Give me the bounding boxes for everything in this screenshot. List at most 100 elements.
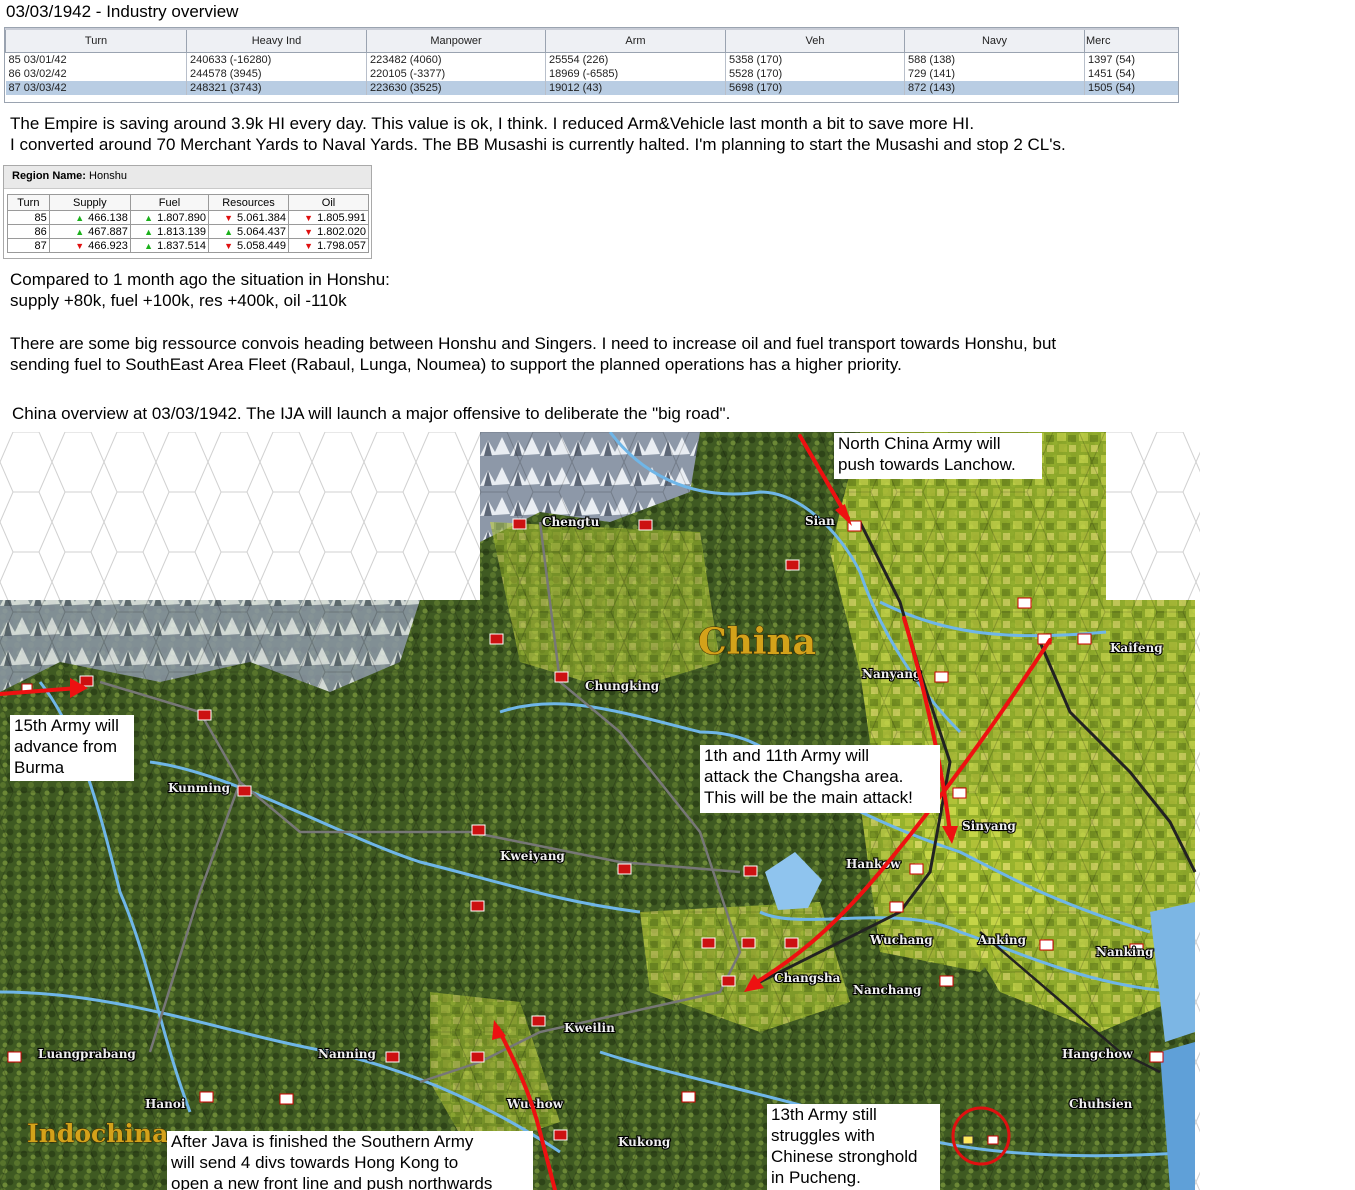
paragraph-line: supply +80k, fuel +100k, res +400k, oil … [10, 291, 347, 310]
paragraph-china: China overview at 03/03/1942. The IJA wi… [12, 404, 731, 423]
column-header-heavy-ind[interactable]: Heavy Ind [186, 28, 367, 53]
paragraph-industry: The Empire is saving around 3.9k HI ever… [10, 113, 1066, 155]
industry-table: Turn Heavy Ind Manpower Arm Veh Navy Mer… [4, 27, 1179, 103]
city-label: Anking [977, 933, 1027, 947]
column-header-navy[interactable]: Navy [904, 28, 1085, 53]
table-cell: 729 (141) [904, 67, 1085, 81]
table-cell: 25554 (226) [545, 52, 726, 67]
table-cell: 1.837.514 [129, 238, 210, 253]
callout-line: North China Army will [838, 434, 1001, 453]
table-cell: 5528 (170) [725, 67, 905, 81]
table-cell: 248321 (3743) [186, 81, 367, 95]
city-label: Sinyang [962, 819, 1016, 833]
city-label: Kweiyang [500, 849, 565, 863]
table-cell: 87 03/03/42 [5, 81, 187, 95]
table-cell: 588 (138) [904, 52, 1085, 67]
callout-line: advance from [14, 737, 117, 756]
callout-line: Burma [14, 758, 65, 777]
city-label: Chengtu [542, 515, 600, 529]
table-cell: 240633 (-16280) [186, 52, 367, 67]
callout-line: 13th Army still [771, 1105, 877, 1124]
callout-line: 15th Army will [14, 716, 119, 735]
table-cell: 1397 (54) [1084, 52, 1178, 67]
city-label: Kukong [618, 1135, 671, 1149]
region-label-china: China [698, 621, 816, 663]
callout-line: 1th and 11th Army will [704, 746, 870, 765]
region-table: Turn Supply Fuel Resources Oil 85466.138… [7, 194, 370, 253]
region-label-indochina: Indochina [27, 1119, 168, 1148]
city-label: Luangprabang [38, 1047, 136, 1061]
table-cell: 5.058.449 [208, 238, 289, 253]
city-label: Chuhsien [1069, 1097, 1133, 1111]
city-label: Nanking [1096, 945, 1154, 959]
table-cell: 1505 (54) [1084, 81, 1178, 95]
callout-north-china-army: North China Army will push towards Lanch… [834, 433, 1042, 479]
callout-line: Chinese stronghold [771, 1147, 918, 1166]
callout-line: struggles with [771, 1126, 875, 1145]
paragraph-line: sending fuel to SouthEast Area Fleet (Ra… [10, 355, 902, 374]
table-cell: 87 [7, 238, 50, 253]
table-row-selected[interactable]: 87 03/03/42 248321 (3743) 223630 (3525) … [5, 81, 1178, 95]
region-panel: Region Name: Honshu Turn Supply Fuel Res… [3, 165, 372, 259]
table-cell: 86 03/02/42 [5, 67, 187, 81]
table-cell: 19012 (43) [545, 81, 726, 95]
column-header-supply[interactable]: Supply [48, 194, 131, 211]
table-cell: 86 [7, 224, 50, 239]
callout-line: After Java is finished the Southern Army [171, 1132, 474, 1151]
table-cell: 466.138 [48, 210, 131, 225]
column-header-merc[interactable]: Merc [1084, 28, 1178, 53]
table-cell: 5698 (170) [725, 81, 905, 95]
city-label: Wuchang [869, 933, 933, 947]
city-label: Hangchow [1062, 1047, 1133, 1061]
column-header-manpower[interactable]: Manpower [366, 28, 546, 53]
table-cell: 18969 (-6585) [545, 67, 726, 81]
table-row[interactable]: 85466.1381.807.8905.061.3841.805.991 [7, 210, 370, 225]
city-label: Kaifeng [1110, 641, 1163, 655]
terrain [0, 432, 1200, 1190]
table-cell: 1451 (54) [1084, 67, 1178, 81]
column-header-oil[interactable]: Oil [287, 194, 370, 211]
table-cell: 85 [7, 210, 50, 225]
callout-line: push towards Lanchow. [838, 455, 1016, 474]
table-cell: 1.798.057 [287, 238, 370, 253]
city-label: Nanyang [862, 667, 922, 681]
table-row[interactable]: 86 03/02/42 244578 (3945) 220105 (-3377)… [5, 67, 1178, 81]
column-header-resources[interactable]: Resources [208, 194, 289, 211]
paragraph-honshu: Compared to 1 month ago the situation in… [10, 269, 390, 311]
table-cell: 1.807.890 [129, 210, 210, 225]
callout-changsha-attack: 1th and 11th Army will attack the Changs… [700, 745, 940, 813]
paragraph-line: Compared to 1 month ago the situation in… [10, 270, 390, 289]
city-label: Kweilin [564, 1021, 615, 1035]
callout-line: open a new front line and push northward… [171, 1174, 493, 1190]
page-title: 03/03/1942 - Industry overview [6, 2, 239, 21]
callout-line: in Pucheng. [771, 1168, 861, 1187]
city-label: Sian [805, 514, 835, 528]
table-cell: 223482 (4060) [366, 52, 546, 67]
column-header-arm[interactable]: Arm [545, 28, 726, 53]
city-label: Hanoi [145, 1097, 186, 1111]
china-map[interactable]: China Indochina Chengtu Sian Chungking N… [0, 432, 1200, 1190]
paragraph-convois: There are some big ressource convois hea… [10, 333, 1056, 375]
city-label: Kunming [168, 781, 231, 795]
table-cell: 85 03/01/42 [5, 52, 187, 67]
table-row[interactable]: 86467.8871.813.1395.064.4371.802.020 [7, 224, 370, 239]
table-row[interactable]: 85 03/01/42 240633 (-16280) 223482 (4060… [5, 52, 1178, 67]
column-header-fuel[interactable]: Fuel [129, 194, 210, 211]
city-label: Nanning [318, 1047, 376, 1061]
paragraph-line: I converted around 70 Merchant Yards to … [10, 135, 1066, 154]
callout-line: This will be the main attack! [704, 788, 913, 807]
city-label: Changsha [774, 971, 841, 985]
column-header-turn[interactable]: Turn [7, 194, 50, 211]
table-cell: 5.061.384 [208, 210, 289, 225]
column-header-veh[interactable]: Veh [725, 28, 905, 53]
table-row[interactable]: 87466.9231.837.5145.058.4491.798.057 [7, 238, 370, 253]
table-cell: 1.813.139 [129, 224, 210, 239]
table-cell: 223630 (3525) [366, 81, 546, 95]
callout-southern-army: After Java is finished the Southern Army… [167, 1131, 533, 1190]
table-cell: 5358 (170) [725, 52, 905, 67]
table-cell: 5.064.437 [208, 224, 289, 239]
callout-line: will send 4 divs towards Hong Kong to [171, 1153, 459, 1172]
table-cell: 220105 (-3377) [366, 67, 546, 81]
column-header-turn[interactable]: Turn [5, 28, 187, 53]
paragraph-line: The Empire is saving around 3.9k HI ever… [10, 114, 975, 133]
